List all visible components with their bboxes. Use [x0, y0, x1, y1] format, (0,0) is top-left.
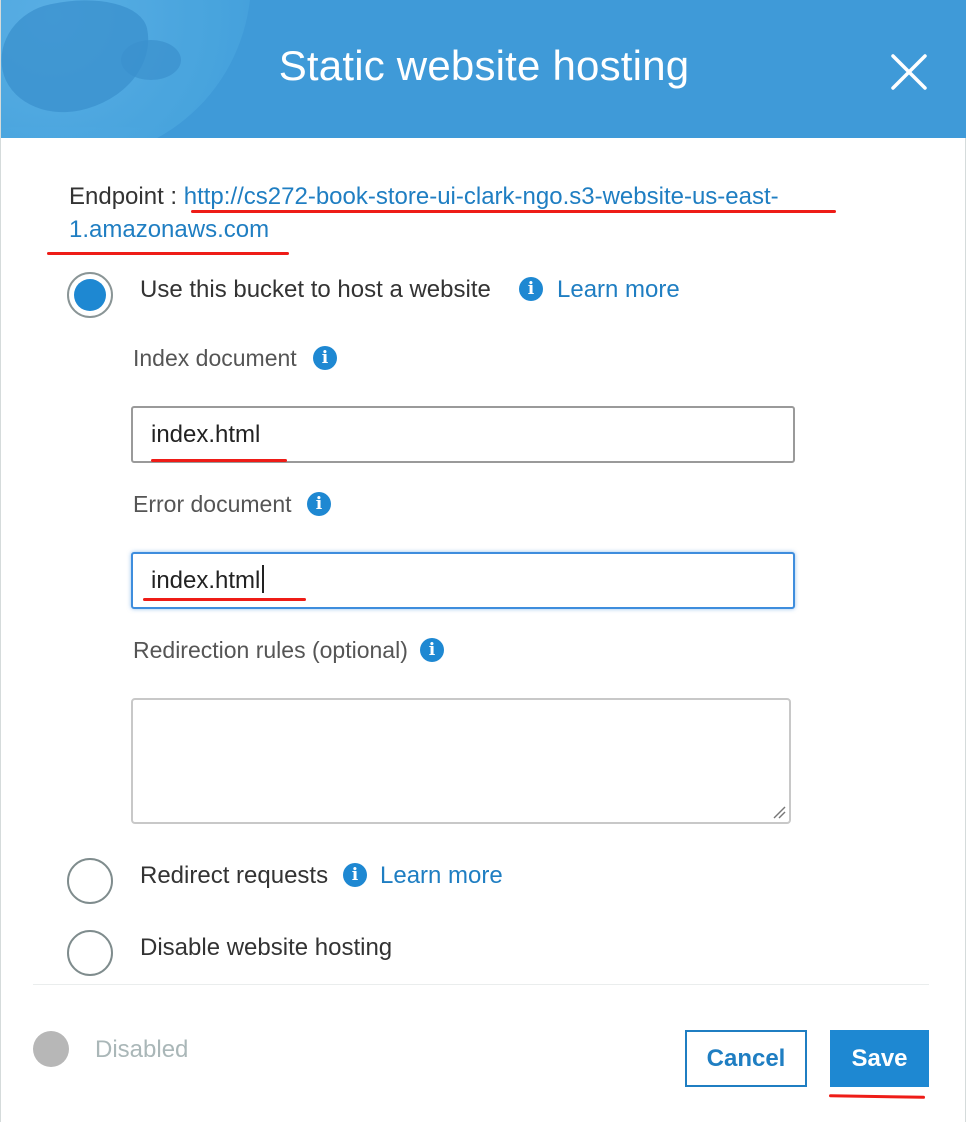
dialog-header: Static website hosting — [1, 0, 966, 138]
annotation-underline — [151, 459, 287, 462]
info-icon[interactable]: i — [519, 277, 543, 301]
redirection-rules-textarea[interactable] — [131, 698, 791, 824]
radio-host-website[interactable] — [67, 272, 113, 318]
learn-more-link-redirect[interactable]: Learn more — [380, 862, 503, 890]
index-document-value: index.html — [151, 421, 261, 448]
info-icon[interactable]: i — [313, 346, 337, 370]
status-label: Disabled — [95, 1036, 189, 1063]
dialog-title: Static website hosting — [278, 42, 690, 89]
learn-more-link-host[interactable]: Learn more — [557, 276, 680, 304]
save-button[interactable]: Save — [830, 1030, 929, 1087]
info-icon[interactable]: i — [420, 638, 444, 662]
radio-redirect-requests[interactable] — [67, 858, 113, 904]
info-icon[interactable]: i — [307, 492, 331, 516]
endpoint-label: Endpoint : — [69, 183, 184, 210]
info-icon[interactable]: i — [343, 863, 367, 887]
annotation-underline — [191, 210, 836, 213]
cancel-button[interactable]: Cancel — [685, 1030, 807, 1087]
option-host-website-label: Use this bucket to host a website — [140, 276, 491, 303]
status-indicator-icon — [33, 1031, 69, 1067]
option-redirect-requests-label: Redirect requests — [140, 862, 329, 889]
footer-divider — [33, 984, 929, 985]
annotation-underline — [143, 598, 306, 601]
resize-grip-icon[interactable] — [772, 805, 786, 819]
index-document-input[interactable]: index.html — [131, 406, 795, 463]
static-website-hosting-dialog: Static website hosting Endpoint : http:/… — [0, 0, 966, 1122]
radio-disable-hosting[interactable] — [67, 930, 113, 976]
annotation-underline — [828, 1094, 926, 1099]
option-disable-hosting-label: Disable website hosting — [140, 934, 393, 961]
text-caret — [262, 565, 265, 593]
redirection-rules-label: Redirection rules (optional) — [133, 637, 408, 663]
close-icon[interactable] — [887, 50, 931, 94]
annotation-underline — [47, 252, 289, 255]
error-document-label: Error document — [133, 491, 292, 517]
error-document-value: index.html — [151, 567, 261, 594]
index-document-label: Index document — [133, 345, 297, 371]
endpoint-row: Endpoint : http://cs272-book-store-ui-cl… — [69, 180, 869, 246]
